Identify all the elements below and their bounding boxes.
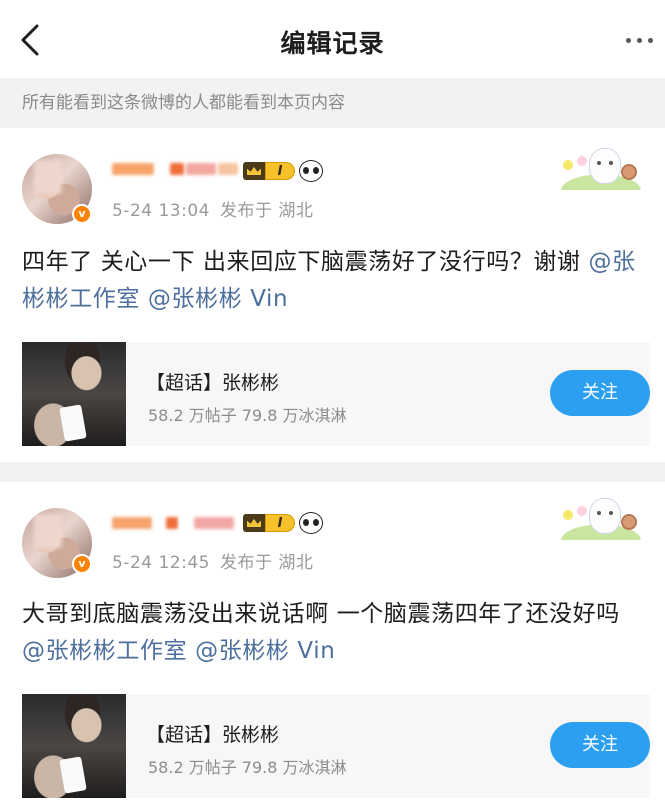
more-dots-icon xyxy=(625,37,631,43)
panda-icon xyxy=(299,512,323,534)
topic-title: 【超话】张彬彬 xyxy=(146,724,280,746)
page-title: 编辑记录 xyxy=(280,29,385,58)
section-divider xyxy=(0,462,665,482)
card-decoration-bear-icon xyxy=(555,144,647,192)
username-redacted[interactable] xyxy=(112,158,238,180)
topic-thumbnail xyxy=(22,342,126,446)
post-location: 发布于 湖北 xyxy=(219,553,314,573)
crown-icon xyxy=(243,514,265,532)
post-time: 5-24 12:45 xyxy=(112,553,210,573)
card-decoration-bear-icon xyxy=(555,494,647,542)
mention-link[interactable]: @张彬彬 Vin xyxy=(195,638,335,664)
post-time: 5-24 13:04 xyxy=(112,201,210,221)
mention-link[interactable]: @张彬彬工作室 xyxy=(22,638,187,664)
topic-stats: 58.2 万帖子 79.8 万冰淇淋 xyxy=(148,406,347,425)
verified-badge-icon: v xyxy=(72,554,92,574)
super-topic-card[interactable]: 【超话】张彬彬 58.2 万帖子 79.8 万冰淇淋 关注 xyxy=(22,342,650,446)
member-level-badge[interactable]: I xyxy=(243,160,323,182)
post-content: 大哥到底脑震荡没出来说话啊 一个脑震荡四年了还没好吗 @张彬彬工作室 @张彬彬 … xyxy=(22,601,620,664)
member-level-badge[interactable]: I xyxy=(243,512,323,534)
post-location: 发布于 湖北 xyxy=(219,201,314,221)
post-content: 四年了 关心一下 出来回应下脑震荡好了没行吗？谢谢 @张彬彬工作室 @张彬彬 V… xyxy=(22,249,636,312)
visibility-notice: 所有能看到这条微博的人都能看到本页内容 xyxy=(0,78,665,128)
panda-icon xyxy=(299,160,323,182)
follow-button[interactable]: 关注 xyxy=(550,722,650,768)
follow-button[interactable]: 关注 xyxy=(550,370,650,416)
crown-icon xyxy=(243,162,265,180)
post-card: v I 5-24 13:04 发布于 湖北 四年了 关心一下 出来回应下脑震荡好了… xyxy=(0,128,665,462)
top-bar: 编辑记录 xyxy=(0,0,665,78)
mention-link[interactable]: @张彬彬 Vin xyxy=(148,286,288,312)
super-topic-card[interactable]: 【超话】张彬彬 58.2 万帖子 79.8 万冰淇淋 关注 xyxy=(22,694,650,798)
more-options-button[interactable] xyxy=(617,26,661,54)
post-meta: 5-24 12:45 发布于 湖北 xyxy=(112,548,313,573)
post-meta: 5-24 13:04 发布于 湖北 xyxy=(112,196,313,221)
topic-title: 【超话】张彬彬 xyxy=(146,372,280,394)
topic-stats: 58.2 万帖子 79.8 万冰淇淋 xyxy=(148,758,347,777)
username-redacted[interactable] xyxy=(112,512,234,534)
topic-thumbnail xyxy=(22,694,126,798)
verified-badge-icon: v xyxy=(72,204,92,224)
post-card: v I 5-24 12:45 发布于 湖北 大哥到底脑震荡没出来说话啊 一个脑震荡… xyxy=(0,482,665,805)
